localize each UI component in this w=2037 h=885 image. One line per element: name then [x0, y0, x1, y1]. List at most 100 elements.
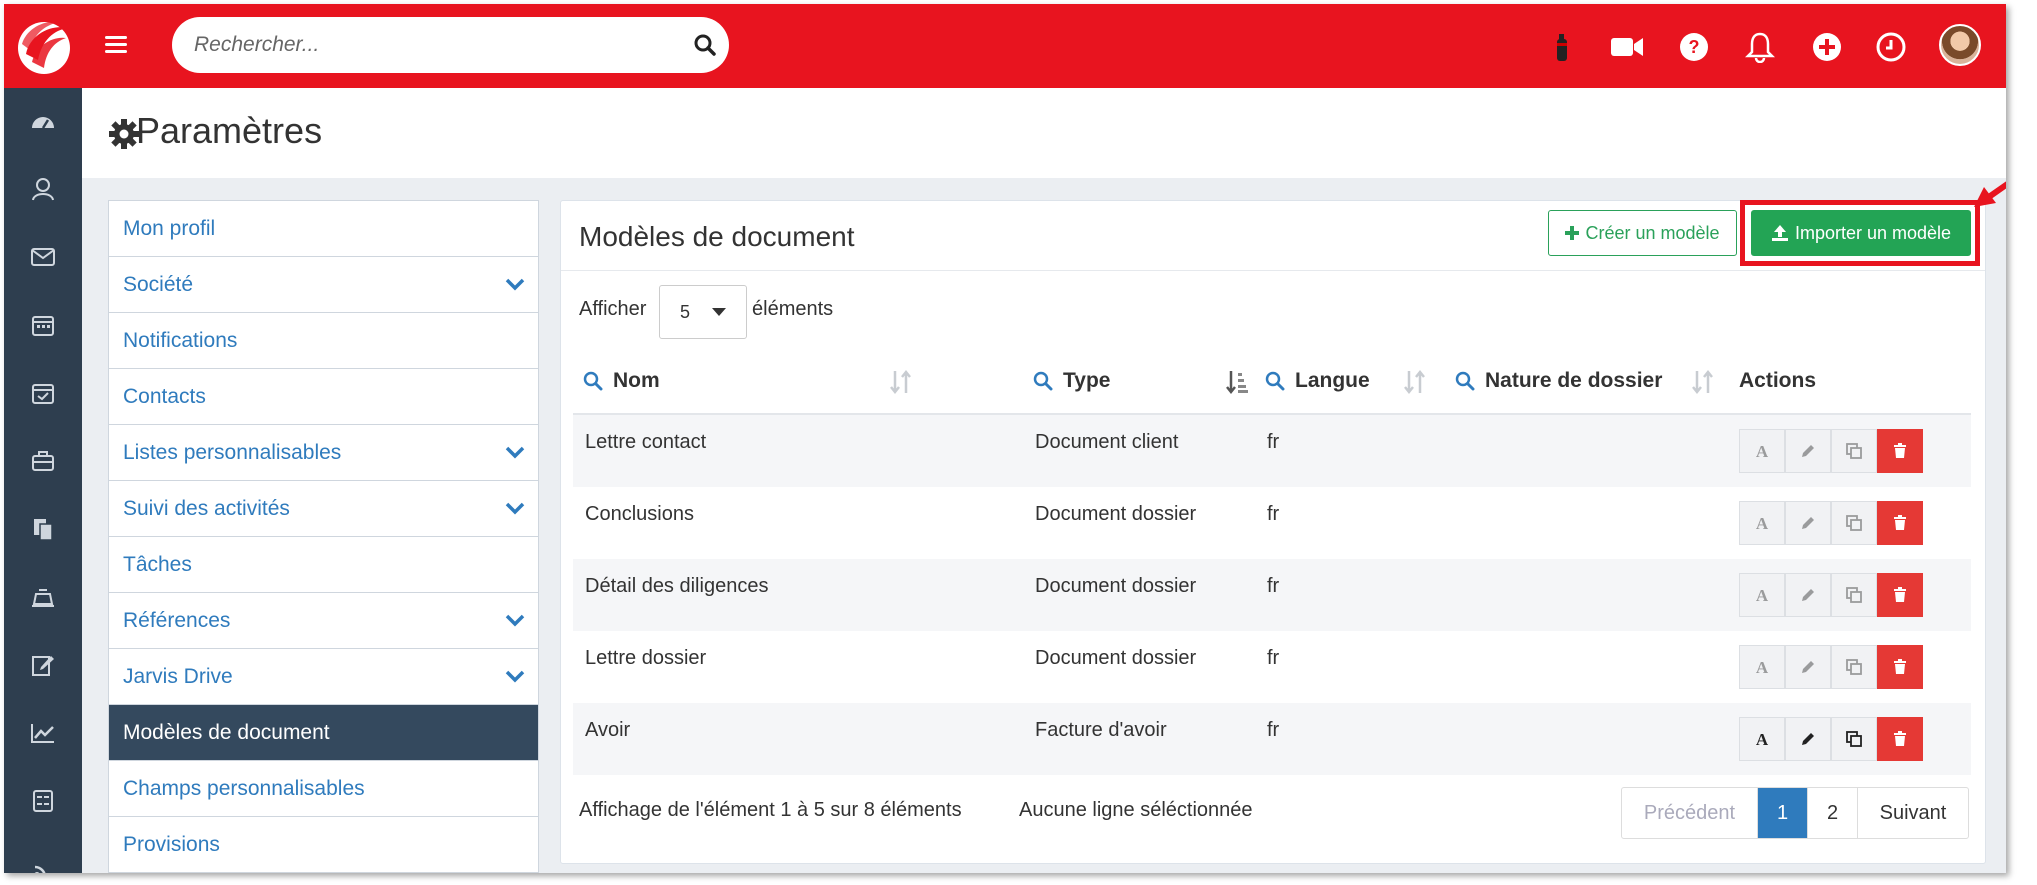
help-icon[interactable]: ?	[1673, 26, 1715, 68]
document-templates-panel: Modèles de document Créer un modèle Impo…	[560, 200, 1986, 864]
table-row[interactable]: Détail des diligences Document dossier f…	[573, 559, 1971, 631]
font-action-button[interactable]: A	[1739, 573, 1785, 617]
column-label: Langue	[1295, 369, 1370, 392]
delete-action-button[interactable]	[1877, 501, 1923, 545]
delete-action-button[interactable]	[1877, 573, 1923, 617]
fire-extinguisher-icon[interactable]	[1541, 26, 1583, 68]
duplicate-action-button[interactable]	[1831, 717, 1877, 761]
menu-item-notifications[interactable]: Notifications	[109, 313, 538, 369]
font-action-button[interactable]: A	[1739, 501, 1785, 545]
edit-action-button[interactable]	[1785, 645, 1831, 689]
svg-text:A: A	[1756, 730, 1769, 748]
edit-icon[interactable]	[28, 650, 58, 680]
bell-icon[interactable]	[1739, 26, 1781, 68]
top-bar: ?	[4, 4, 2006, 88]
sort-icon[interactable]	[889, 369, 913, 395]
duplicate-action-button[interactable]	[1831, 645, 1877, 689]
menu-item-label: Contacts	[123, 385, 206, 408]
page-size-value: 5	[680, 302, 691, 322]
calculator-icon[interactable]	[28, 786, 58, 816]
chart-icon[interactable]	[28, 718, 58, 748]
previous-page-button[interactable]: Précédent	[1622, 788, 1758, 838]
billing-icon[interactable]	[28, 582, 58, 612]
menu-item-contacts[interactable]: Contacts	[109, 369, 538, 425]
column-header-nom[interactable]: Nom	[583, 351, 660, 411]
rss-icon[interactable]	[28, 854, 58, 873]
duplicate-action-button[interactable]	[1831, 501, 1877, 545]
search-icon[interactable]	[1033, 371, 1053, 391]
cell-nom: Conclusions	[585, 503, 694, 525]
sort-ascending-icon[interactable]	[1225, 369, 1249, 395]
page-header: Paramètres	[82, 88, 2006, 178]
font-action-button[interactable]: A	[1739, 429, 1785, 473]
menu-item-societe[interactable]: Société	[109, 257, 538, 313]
menu-item-mon-profil[interactable]: Mon profil	[109, 201, 538, 257]
plus-icon	[1565, 226, 1580, 240]
cell-langue: fr	[1267, 503, 1280, 525]
table-row[interactable]: Lettre dossier Document dossier fr A	[573, 631, 1971, 703]
edit-action-button[interactable]	[1785, 717, 1831, 761]
user-avatar[interactable]	[1939, 24, 1981, 66]
menu-item-jarvis-drive[interactable]: Jarvis Drive	[109, 649, 538, 705]
calendar-check-icon[interactable]	[28, 378, 58, 408]
delete-action-button[interactable]	[1877, 645, 1923, 689]
next-page-button[interactable]: Suivant	[1858, 788, 1968, 838]
contacts-icon[interactable]	[28, 174, 58, 204]
table-row[interactable]: Avoir Facture d'avoir fr A	[573, 703, 1971, 775]
caret-down-icon	[712, 308, 726, 316]
plus-circle-icon[interactable]	[1806, 26, 1848, 68]
search-input[interactable]	[194, 17, 674, 73]
duplicate-action-button[interactable]	[1831, 429, 1877, 473]
dashboard-icon[interactable]	[28, 106, 58, 136]
column-header-nature-dossier[interactable]: Nature de dossier	[1455, 351, 1662, 411]
cell-nom: Lettre dossier	[585, 647, 707, 669]
search-icon[interactable]	[1265, 371, 1285, 391]
svg-text:A: A	[1756, 442, 1769, 460]
column-header-langue[interactable]: Langue	[1265, 351, 1370, 411]
column-header-type[interactable]: Type	[1033, 351, 1110, 411]
duplicate-action-button[interactable]	[1831, 573, 1877, 617]
page-1-button[interactable]: 1	[1758, 788, 1808, 838]
column-label: Actions	[1739, 369, 1817, 392]
search-icon[interactable]	[691, 31, 719, 59]
sort-icon[interactable]	[1691, 369, 1715, 395]
menu-item-provisions[interactable]: Provisions	[109, 817, 538, 873]
page-2-button[interactable]: 2	[1808, 788, 1858, 838]
video-camera-icon[interactable]	[1606, 26, 1648, 68]
menu-item-taches[interactable]: Tâches	[109, 537, 538, 593]
import-highlight-box	[1740, 200, 1980, 266]
table-row[interactable]: Lettre contact Document client fr A	[573, 415, 1971, 487]
app-logo[interactable]	[12, 14, 76, 78]
panel-header-divider	[561, 270, 1985, 271]
delete-action-button[interactable]	[1877, 429, 1923, 473]
calendar-icon[interactable]	[28, 310, 58, 340]
search-icon[interactable]	[583, 371, 603, 391]
mail-icon[interactable]	[28, 242, 58, 272]
cell-type: Document dossier	[1035, 503, 1197, 525]
font-action-button[interactable]: A	[1739, 645, 1785, 689]
table-row[interactable]: Conclusions Document dossier fr A	[573, 487, 1971, 559]
svg-text:A: A	[1756, 586, 1769, 604]
clock-icon[interactable]	[1870, 26, 1912, 68]
menu-toggle-icon[interactable]	[102, 32, 130, 60]
side-nav	[4, 88, 82, 873]
briefcase-icon[interactable]	[28, 446, 58, 476]
sort-icon[interactable]	[1403, 369, 1427, 395]
column-label: Nom	[613, 369, 660, 392]
edit-action-button[interactable]	[1785, 501, 1831, 545]
menu-item-suivi-activites[interactable]: Suivi des activités	[109, 481, 538, 537]
page-size-select[interactable]: 5	[659, 285, 747, 339]
font-action-button[interactable]: A	[1739, 717, 1785, 761]
pagination: Précédent 1 2 Suivant	[1621, 787, 1969, 839]
edit-action-button[interactable]	[1785, 573, 1831, 617]
search-icon[interactable]	[1455, 371, 1475, 391]
documents-icon[interactable]	[28, 514, 58, 544]
menu-item-listes-personnalisables[interactable]: Listes personnalisables	[109, 425, 538, 481]
menu-item-champs-personnalisables[interactable]: Champs personnalisables	[109, 761, 538, 817]
delete-action-button[interactable]	[1877, 717, 1923, 761]
selection-info: Aucune ligne séléctionnée	[1019, 799, 1253, 821]
edit-action-button[interactable]	[1785, 429, 1831, 473]
create-template-button[interactable]: Créer un modèle	[1548, 210, 1737, 256]
menu-item-modeles-document[interactable]: Modèles de document	[109, 705, 538, 761]
menu-item-references[interactable]: Références	[109, 593, 538, 649]
